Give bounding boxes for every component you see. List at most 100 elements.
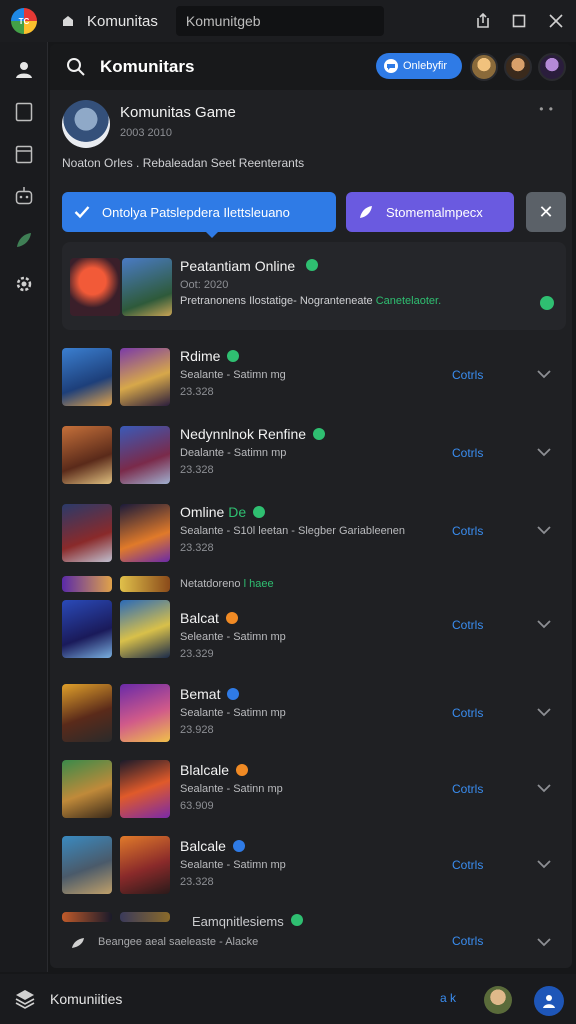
game-logo-thumbnail [62, 600, 112, 658]
row-action-link[interactable]: Cotrls [452, 934, 483, 948]
person-icon [543, 995, 555, 1008]
status-dot-icon [290, 914, 303, 926]
community-panel: Komunitars Onlebyfir Komunitas Game 2003… [50, 44, 572, 968]
list-item[interactable]: Bemat Sealante - Satimn mp 23.928 Cotrls [62, 682, 566, 744]
row-subtitle: Sealante - Satimn mg [180, 369, 286, 381]
row-member-count: 23.329 [180, 648, 214, 660]
group-header: Komunitas Game 2003 2010 • • [62, 100, 562, 160]
status-dot-icon [227, 688, 240, 700]
stack-layers-icon[interactable] [14, 988, 36, 1010]
join-group-label: Ontolya Patslepdera Ilettsleuano [102, 204, 290, 220]
rocket-icon[interactable] [12, 228, 36, 252]
document-icon[interactable] [12, 100, 36, 124]
row-title-accent: De [228, 504, 247, 520]
featured-description-text: Pretranonens Ilostatige- Nogranteneate [180, 295, 373, 307]
game-cover-thumbnail [120, 836, 170, 894]
row-member-count: 23.328 [180, 542, 214, 554]
list-item[interactable]: Omline De Sealante - S10l leetan - Slegb… [62, 500, 566, 562]
share-icon[interactable] [472, 10, 494, 32]
row-subtitle: Dealante - Satimn mp [180, 447, 287, 459]
status-dot-icon [236, 764, 249, 776]
chevron-down-icon[interactable] [536, 522, 552, 538]
title-bar: TC Komunitas [0, 0, 576, 42]
member-avatar[interactable] [470, 53, 498, 81]
rocket-launch-icon [360, 206, 372, 218]
row-action-link[interactable]: Cotrls [452, 858, 483, 872]
search-icon[interactable] [66, 57, 86, 77]
featured-description: Pretranonens Ilostatige- Nogranteneate C… [180, 295, 441, 307]
calendar-icon[interactable] [12, 142, 36, 166]
list-item[interactable]: Rdime Sealante - Satimn mg 23.328 Cotrls [62, 344, 566, 406]
bottom-bar-indicator[interactable]: a k [440, 991, 456, 1005]
member-avatar[interactable] [538, 53, 566, 81]
profile-button[interactable] [534, 986, 564, 1016]
row-action-link[interactable]: Cotrls [452, 782, 483, 796]
game-logo-thumbnail [62, 760, 112, 818]
game-cover-thumbnail [120, 912, 170, 922]
home-icon[interactable] [59, 12, 77, 30]
list-item[interactable]: Nedynnlnok Renfine Dealante - Satimn mp … [62, 422, 566, 484]
row-member-count: 23.328 [180, 464, 214, 476]
row-action-link[interactable]: Cotrls [452, 368, 483, 382]
chevron-down-icon[interactable] [536, 444, 552, 460]
row-action-link[interactable]: Cotrls [452, 446, 483, 460]
button-pointer [206, 232, 218, 238]
chevron-down-icon[interactable] [536, 934, 552, 950]
row-title-text: Omline [180, 504, 225, 520]
people-icon[interactable] [12, 58, 36, 82]
dismiss-button[interactable]: ✕ [526, 192, 566, 232]
row-title: Blalcale [180, 762, 249, 778]
close-window-icon[interactable] [545, 10, 567, 32]
game-cover-thumbnail [120, 504, 170, 562]
status-dot-icon [227, 350, 240, 362]
title-search-input[interactable] [185, 13, 374, 29]
app-title: Komunitas [87, 12, 158, 30]
featured-subtitle: Oot: 2020 [180, 279, 229, 291]
row-title: Omline De [180, 504, 266, 520]
chevron-down-icon[interactable] [536, 704, 552, 720]
game-logo-thumbnail [62, 912, 112, 922]
list-item[interactable]: Blalcale Sealante - Satinn mp 63.909 Cot… [62, 758, 566, 820]
maximize-icon[interactable] [508, 10, 530, 32]
row-member-count: 63.909 [180, 800, 214, 812]
member-avatar[interactable] [504, 53, 532, 81]
join-group-button[interactable]: Ontolya Patslepdera Ilettsleuano [62, 192, 336, 232]
game-controller-icon[interactable] [12, 184, 36, 208]
section-banner-thumbnail [62, 576, 112, 592]
chevron-down-icon[interactable] [536, 616, 552, 632]
chevron-down-icon[interactable] [536, 366, 552, 382]
chevron-down-icon[interactable] [536, 780, 552, 796]
row-title-text: Blalcale [180, 762, 230, 778]
row-action-link[interactable]: Cotrls [452, 524, 483, 538]
bottom-bar: Komuniities a k [0, 974, 576, 1024]
row-title: Balcat [180, 610, 238, 626]
row-title: Eamqnitlesiems [192, 914, 303, 929]
status-dot-icon [232, 840, 245, 852]
online-status-chip[interactable]: Onlebyfir [376, 53, 462, 79]
user-avatar[interactable] [484, 986, 512, 1014]
app-logo-icon[interactable]: TC [11, 8, 37, 34]
list-item[interactable]: Balcat Seleante - Satimn mp 23.329 Cotrl… [62, 594, 566, 660]
game-logo-thumbnail [62, 684, 112, 742]
featured-game-card[interactable]: Peatantiam Online Oot: 2020 Pretranonens… [62, 242, 566, 330]
more-options-icon[interactable]: • • [539, 102, 554, 116]
game-logo-thumbnail [62, 836, 112, 894]
row-title-text: Nedynnlnok Renfine [180, 426, 307, 442]
row-action-link[interactable]: Cotrls [452, 618, 483, 632]
row-action-link[interactable]: Cotrls [452, 706, 483, 720]
close-icon: ✕ [538, 201, 554, 222]
status-dot-icon [253, 506, 266, 518]
settings-gear-icon[interactable] [12, 272, 36, 296]
stream-button[interactable]: Stomemalmpecx [346, 192, 514, 232]
featured-title: Peatantiam Online [180, 258, 319, 274]
chevron-down-icon[interactable] [536, 856, 552, 872]
section-divider-label: Netatdoreno l haee [180, 578, 274, 590]
section-divider-accent: l haee [243, 578, 274, 590]
featured-description-accent: Canetelaoter. [375, 295, 442, 307]
list-item[interactable]: Balcale Sealante - Satimn mp 23.328 Cotr… [62, 834, 566, 896]
status-dot-icon [313, 428, 326, 440]
list-item[interactable]: Eamqnitlesiems Beangee aeal saeleaste - … [62, 912, 566, 968]
row-title: Balcale [180, 838, 245, 854]
group-avatar[interactable] [62, 100, 110, 148]
title-search-field[interactable] [175, 6, 384, 36]
